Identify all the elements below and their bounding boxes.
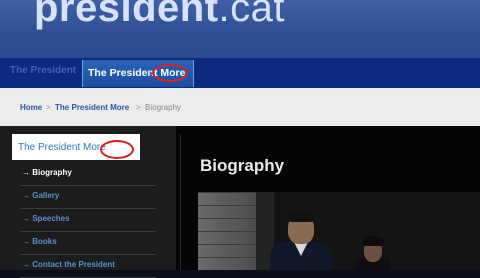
sidebar-item-label: → Gallery bbox=[22, 191, 60, 200]
sidebar-item-label: → Contact the President bbox=[22, 260, 115, 269]
photo-person-hair bbox=[362, 236, 384, 246]
breadcrumb-current: Biography bbox=[145, 103, 182, 112]
divider bbox=[180, 134, 181, 270]
highlight-circle bbox=[100, 140, 134, 159]
biography-photo bbox=[198, 192, 480, 270]
logo-tld: .cat bbox=[218, 0, 286, 30]
logo-name: president bbox=[34, 0, 219, 30]
sidebar-item-label: → Biography bbox=[22, 168, 72, 177]
sidebar-item-label: → Books bbox=[22, 237, 57, 246]
breadcrumb-home[interactable]: Home bbox=[20, 103, 42, 112]
sidebar-item-biography[interactable]: → Biography bbox=[20, 163, 156, 186]
sidebar-item-speeches[interactable]: → Speeches bbox=[20, 209, 156, 232]
sidebar-item-contact[interactable]: → Contact the President bbox=[20, 255, 156, 278]
main-navbar: The President bbox=[0, 58, 480, 88]
breadcrumb: Home > The President More > Biography bbox=[0, 88, 480, 126]
site-header: president.cat bbox=[0, 0, 480, 58]
page-title: Biography bbox=[200, 156, 285, 175]
breadcrumb-separator: > bbox=[46, 103, 51, 112]
sidebar-item-gallery[interactable]: → Gallery bbox=[20, 186, 156, 209]
sidebar-item-books[interactable]: → Books bbox=[20, 232, 156, 255]
sidebar-heading-label: The President More bbox=[18, 142, 106, 153]
breadcrumb-parent[interactable]: The President More bbox=[55, 103, 129, 112]
photo-bricks bbox=[198, 192, 256, 270]
nav-item-the-president[interactable]: The President bbox=[10, 65, 76, 76]
site-logo[interactable]: president.cat bbox=[34, 0, 285, 31]
highlight-circle bbox=[152, 64, 188, 82]
sidebar-item-label: → Speeches bbox=[22, 214, 70, 223]
photo-person-hair bbox=[287, 210, 315, 222]
breadcrumb-separator: > bbox=[136, 103, 141, 112]
